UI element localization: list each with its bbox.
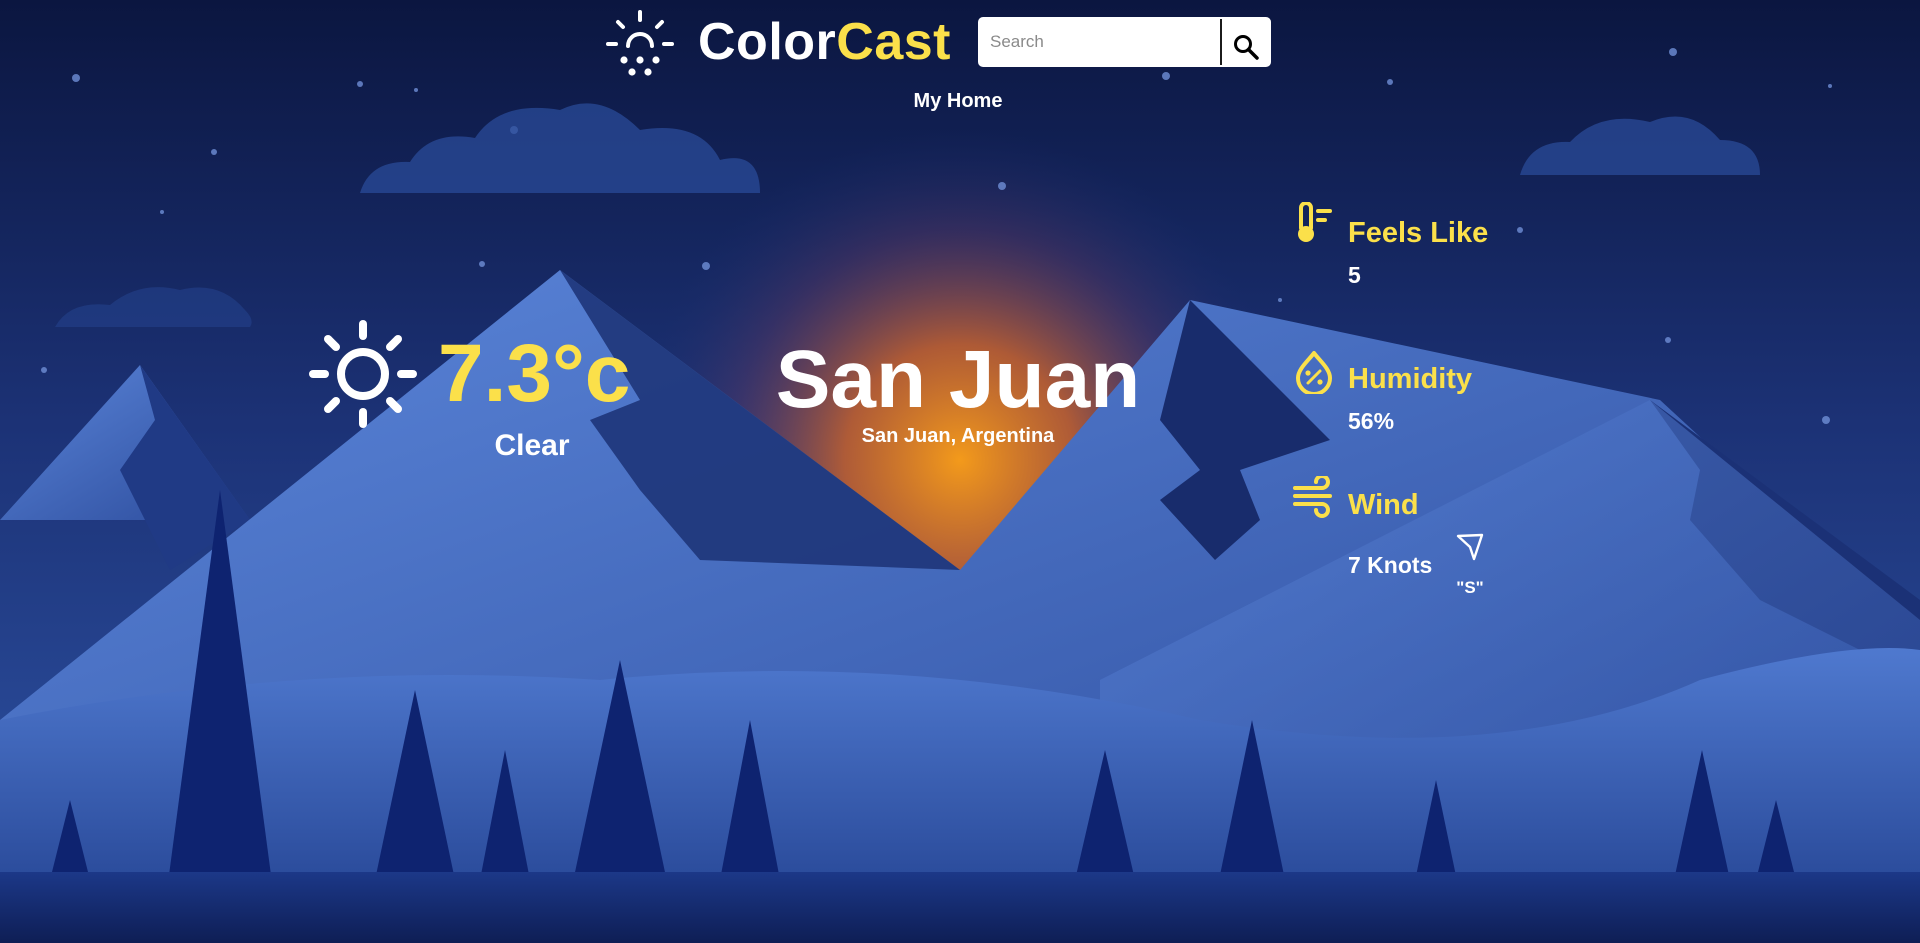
wind-label: Wind bbox=[1348, 489, 1419, 521]
humidity-drop-icon bbox=[1296, 351, 1332, 394]
humidity-label: Humidity bbox=[1348, 363, 1473, 395]
sun-cloud-rain-icon bbox=[606, 10, 674, 76]
search-box bbox=[978, 17, 1271, 67]
weather-condition: Clear bbox=[494, 429, 570, 462]
search-button[interactable] bbox=[1222, 19, 1269, 65]
background-scene bbox=[0, 0, 1920, 943]
city-name: San Juan bbox=[775, 334, 1141, 425]
search-input[interactable] bbox=[980, 19, 1222, 65]
feels-like-value: 5 bbox=[1348, 262, 1361, 288]
wind-speed: 7 Knots bbox=[1348, 552, 1433, 578]
app-title-cast: Cast bbox=[836, 13, 951, 71]
city-location: San Juan, Argentina bbox=[861, 425, 1055, 447]
thermometer-icon bbox=[1298, 202, 1332, 242]
temperature: 7.3°c bbox=[438, 328, 631, 419]
search-icon bbox=[1233, 35, 1259, 60]
feels-like-label: Feels Like bbox=[1348, 217, 1489, 249]
my-home-link[interactable]: My Home bbox=[0, 90, 1916, 113]
app-title: ColorCast bbox=[698, 10, 951, 74]
wind-icon bbox=[1293, 476, 1332, 518]
wind-direction: "S" bbox=[1456, 578, 1484, 597]
app-title-color: Color bbox=[698, 13, 837, 71]
sun-icon bbox=[309, 320, 417, 428]
navigation-arrow-icon bbox=[1456, 533, 1484, 561]
humidity-value: 56% bbox=[1348, 408, 1395, 434]
header: ColorCast My Home bbox=[0, 0, 1920, 112]
